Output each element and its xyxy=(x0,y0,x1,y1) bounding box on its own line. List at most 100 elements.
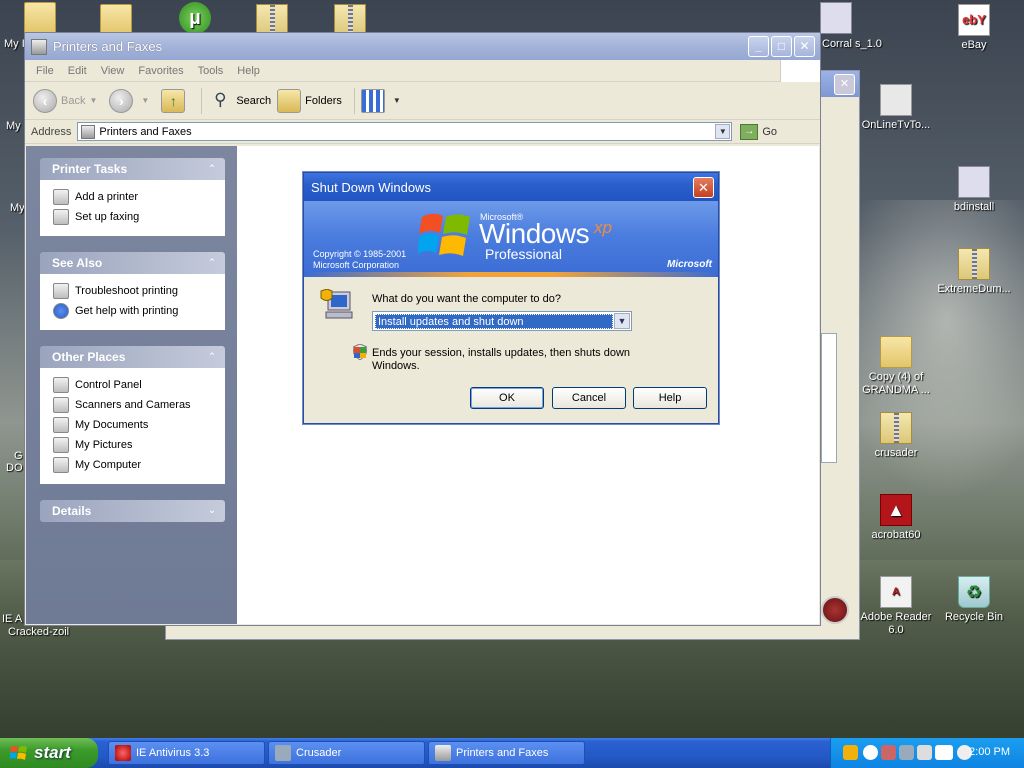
menu-view[interactable]: View xyxy=(94,65,132,77)
desktop-icon-ebay[interactable]: ebY eBay xyxy=(936,4,1012,52)
dialog-body: What do you want the computer to do? Ins… xyxy=(304,277,718,425)
copyright-line-2: Microsoft Corporation xyxy=(313,260,400,270)
wordpress-icon[interactable] xyxy=(863,745,878,760)
back-label: Back xyxy=(61,94,86,107)
ok-button[interactable]: OK xyxy=(470,387,544,409)
task-label: Scanners and Cameras xyxy=(75,399,191,411)
desktop-icon-label: OnLineTvTo... xyxy=(861,119,931,131)
desktop-label-partial[interactable]: G xyxy=(14,450,23,462)
link-troubleshoot-printing[interactable]: Troubleshoot printing xyxy=(53,281,224,301)
desktop-icon-crusader[interactable]: crusader xyxy=(858,412,934,460)
start-button[interactable]: start xyxy=(0,738,98,768)
documents-icon xyxy=(53,417,69,433)
address-dropdown-button[interactable]: ▼ xyxy=(715,124,731,139)
utorrent-icon: µ xyxy=(179,2,211,34)
group-header[interactable]: Details ⌄ xyxy=(40,500,225,522)
ebay-icon: ebY xyxy=(958,4,990,36)
windows-flag-icon xyxy=(780,60,820,82)
desktop-icon-recycle-bin[interactable]: ♻ Recycle Bin xyxy=(936,576,1012,624)
background-close-button[interactable]: ✕ xyxy=(834,74,855,95)
address-field[interactable]: Printers and Faxes ▼ xyxy=(77,122,733,141)
place-my-documents[interactable]: My Documents xyxy=(53,415,224,435)
taskbar-item-crusader[interactable]: Crusader xyxy=(268,741,425,765)
speaker-icon[interactable] xyxy=(917,745,932,760)
computer-shield-icon xyxy=(320,289,353,319)
clock[interactable]: 2:00 PM xyxy=(969,746,1010,758)
desktop-label-partial[interactable]: My xyxy=(6,120,21,132)
place-scanners-cameras[interactable]: Scanners and Cameras xyxy=(53,395,224,415)
place-control-panel[interactable]: Control Panel xyxy=(53,375,224,395)
desktop-label-partial[interactable]: My xyxy=(10,202,25,214)
taskbar-item-label: Printers and Faxes xyxy=(456,747,549,759)
forward-button[interactable]: › ▼ xyxy=(109,88,155,113)
pictures-icon xyxy=(53,437,69,453)
link-help-printing[interactable]: Get help with printing xyxy=(53,301,224,321)
shutdown-option-select[interactable]: Install updates and shut down ▼ xyxy=(372,311,632,331)
place-my-pictures[interactable]: My Pictures xyxy=(53,435,224,455)
fax-icon xyxy=(53,209,69,225)
ebay-tray-icon[interactable] xyxy=(935,745,953,760)
dialog-close-button[interactable]: ✕ xyxy=(693,177,714,198)
folders-icon xyxy=(277,88,302,113)
banner-microsoft-brand: Microsoft xyxy=(667,259,712,270)
network-icon[interactable] xyxy=(881,745,896,760)
folders-button[interactable]: Folders xyxy=(277,88,342,113)
group-header[interactable]: See Also ⌃ xyxy=(40,252,225,274)
menu-tools[interactable]: Tools xyxy=(191,65,231,77)
menu-favorites[interactable]: Favorites xyxy=(131,65,190,77)
taskbar-item-ie-antivirus[interactable]: IE Antivirus 3.3 xyxy=(108,741,265,765)
group-header[interactable]: Other Places ⌃ xyxy=(40,346,225,368)
taskbar: start IE Antivirus 3.3 Crusader Printers… xyxy=(0,738,1024,768)
desktop-icon-acrobat60[interactable]: ▲ acrobat60 xyxy=(858,494,934,542)
forward-arrow-icon: › xyxy=(109,88,134,113)
minimize-button[interactable]: _ xyxy=(748,36,769,57)
window-titlebar[interactable]: Printers and Faxes xyxy=(25,33,820,60)
desktop-icon-extremedum[interactable]: ExtremeDum... xyxy=(936,248,1012,296)
crusader-tray-icon[interactable] xyxy=(899,745,914,760)
group-header[interactable]: Printer Tasks ⌃ xyxy=(40,158,225,180)
close-button[interactable]: ✕ xyxy=(794,36,815,57)
shut-down-dialog[interactable]: Shut Down Windows ✕ Microsoft® Windows x… xyxy=(303,172,719,424)
views-button[interactable]: ▼ xyxy=(360,88,407,113)
go-button[interactable]: → Go xyxy=(740,123,777,140)
collapse-icon[interactable]: ⌃ xyxy=(205,162,219,176)
expand-icon[interactable]: ⌄ xyxy=(205,504,219,518)
security-shield-icon[interactable] xyxy=(843,745,858,760)
desktop-icon-onlinetv[interactable]: OnLineTvTo... xyxy=(858,84,934,132)
help-button[interactable]: Help xyxy=(633,387,707,409)
back-button[interactable]: ‹ Back ▼ xyxy=(33,88,103,113)
desktop-label-partial[interactable]: IE A xyxy=(2,613,22,625)
maximize-button[interactable]: □ xyxy=(771,36,792,57)
menu-help[interactable]: Help xyxy=(230,65,267,77)
adobe-reader-icon: A xyxy=(880,576,912,608)
task-set-up-faxing[interactable]: Set up faxing xyxy=(53,207,224,227)
up-folder-button[interactable]: ↑ xyxy=(161,88,189,113)
desktop-label-partial[interactable]: Cracked-zoil xyxy=(8,626,69,638)
desktop-icon-bdinstall[interactable]: bdinstall xyxy=(936,166,1012,214)
desktop-icon-grandma[interactable]: Copy (4) of GRANDMA ... xyxy=(858,336,934,397)
views-icon xyxy=(360,88,385,113)
search-button[interactable]: ⚲ Search xyxy=(208,89,271,113)
background-window-scrollbar[interactable] xyxy=(821,333,837,463)
dialog-titlebar[interactable]: Shut Down Windows xyxy=(304,173,718,201)
collapse-icon[interactable]: ⌃ xyxy=(205,256,219,270)
zip-folder-icon xyxy=(958,248,990,280)
menu-edit[interactable]: Edit xyxy=(61,65,94,77)
place-my-computer[interactable]: My Computer xyxy=(53,455,224,475)
desktop-label-partial[interactable]: My I xyxy=(4,38,25,50)
desktop-icon-adobe-reader[interactable]: A Adobe Reader 6.0 xyxy=(858,576,934,637)
question-label: What do you want the computer to do? xyxy=(372,293,561,305)
chevron-down-icon[interactable]: ▼ xyxy=(614,313,630,329)
toolbar-separator xyxy=(201,87,203,114)
collapse-icon[interactable]: ⌃ xyxy=(205,350,219,364)
menu-file[interactable]: File xyxy=(29,65,61,77)
desktop-label-corral[interactable]: Corral s_1.0 xyxy=(822,38,882,51)
cancel-button[interactable]: Cancel xyxy=(552,387,626,409)
task-add-printer[interactable]: Add a printer xyxy=(53,187,224,207)
chevron-down-icon: ▼ xyxy=(89,96,98,105)
windows-logo-icon xyxy=(418,213,470,256)
stop-icon[interactable] xyxy=(821,596,849,624)
taskbar-item-printers-faxes[interactable]: Printers and Faxes xyxy=(428,741,585,765)
banner-copyright: Copyright © 1985-2001 Microsoft Corporat… xyxy=(313,249,406,271)
desktop-label-partial[interactable]: DO xyxy=(6,462,23,474)
